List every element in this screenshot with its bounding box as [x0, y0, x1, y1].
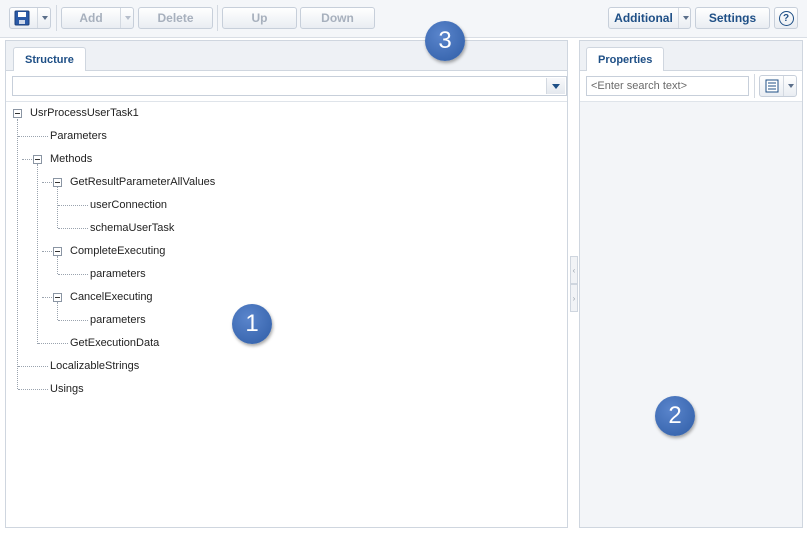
tree-node[interactable]: parameters [90, 266, 146, 282]
tree-line [22, 159, 32, 160]
save-button[interactable] [9, 7, 51, 29]
tree-line [18, 136, 48, 137]
tree-line [18, 389, 48, 390]
tree-line [57, 187, 58, 228]
tree-node[interactable]: Methods [50, 151, 92, 167]
help-button[interactable]: ? [774, 7, 798, 29]
tree-line [17, 119, 18, 389]
tree-node[interactable]: schemaUserTask [90, 220, 174, 236]
tree-node[interactable]: CompleteExecuting [70, 243, 165, 259]
tree-line [58, 228, 88, 229]
tab-properties[interactable]: Properties [586, 47, 665, 71]
divider [6, 101, 567, 102]
toolbar: Add Delete Up Down Additional Settings ? [0, 0, 807, 38]
tree-node[interactable]: Usings [50, 381, 84, 397]
dropdown-arrow-icon [42, 16, 48, 20]
collapse-icon[interactable] [53, 247, 62, 256]
structure-panel: Structure UsrProcessUserTask1 Parameters… [5, 40, 568, 528]
tree-line [42, 251, 52, 252]
up-button[interactable]: Up [222, 7, 297, 29]
tree-line [37, 164, 38, 344]
callout-marker-2: 2 [655, 396, 695, 436]
tree-node[interactable]: LocalizableStrings [50, 358, 139, 374]
properties-panel-header: Properties [580, 41, 802, 71]
splitter-collapse-right[interactable]: › [570, 284, 578, 312]
tree-node[interactable]: userConnection [90, 197, 167, 213]
structure-filter-combo[interactable] [12, 76, 567, 96]
additional-button-label: Additional [614, 11, 673, 25]
save-icon [14, 10, 30, 26]
chevron-down-icon [552, 83, 560, 89]
tree-node[interactable]: Parameters [50, 128, 107, 144]
tree-line [38, 343, 68, 344]
tree-line [57, 256, 58, 274]
property-view-icon [765, 79, 779, 93]
toolbar-separator [217, 5, 218, 31]
collapse-icon[interactable] [13, 109, 22, 118]
tree-node[interactable]: UsrProcessUserTask1 [30, 105, 139, 121]
down-button[interactable]: Down [300, 7, 375, 29]
divider [580, 101, 802, 102]
help-icon: ? [778, 10, 794, 26]
tree-node[interactable]: GetExecutionData [70, 335, 159, 351]
tree-node[interactable]: CancelExecuting [70, 289, 153, 305]
tree-node[interactable]: parameters [90, 312, 146, 328]
combo-dropdown-button[interactable] [546, 78, 565, 94]
dropdown-arrow-icon [787, 84, 794, 88]
tree-line [42, 182, 52, 183]
splitter-collapse-left[interactable]: ‹ [570, 256, 578, 284]
tree-line [58, 274, 88, 275]
tree-line [58, 205, 88, 206]
collapse-icon[interactable] [53, 178, 62, 187]
search-input[interactable] [586, 76, 749, 96]
tree-line [57, 302, 58, 320]
add-button-label: Add [79, 11, 103, 25]
collapse-icon[interactable] [33, 155, 42, 164]
tree-line [58, 320, 88, 321]
tree-node[interactable]: GetResultParameterAllValues [70, 174, 215, 190]
settings-button[interactable]: Settings [695, 7, 770, 29]
delete-button[interactable]: Delete [138, 7, 213, 29]
add-button[interactable]: Add [61, 7, 134, 29]
collapse-icon[interactable] [53, 293, 62, 302]
toolbar-separator [56, 5, 57, 31]
tree-line [42, 297, 52, 298]
structure-panel-header: Structure [6, 41, 567, 71]
tree-line [18, 366, 48, 367]
property-view-button[interactable] [759, 75, 797, 97]
divider [754, 74, 755, 98]
dropdown-arrow-icon [682, 16, 689, 20]
dropdown-arrow-icon [125, 16, 131, 20]
callout-marker-1: 1 [232, 304, 272, 344]
callout-marker-3: 3 [425, 21, 465, 61]
tab-structure[interactable]: Structure [13, 47, 86, 71]
additional-button[interactable]: Additional [608, 7, 691, 29]
properties-panel: Properties [579, 40, 803, 528]
